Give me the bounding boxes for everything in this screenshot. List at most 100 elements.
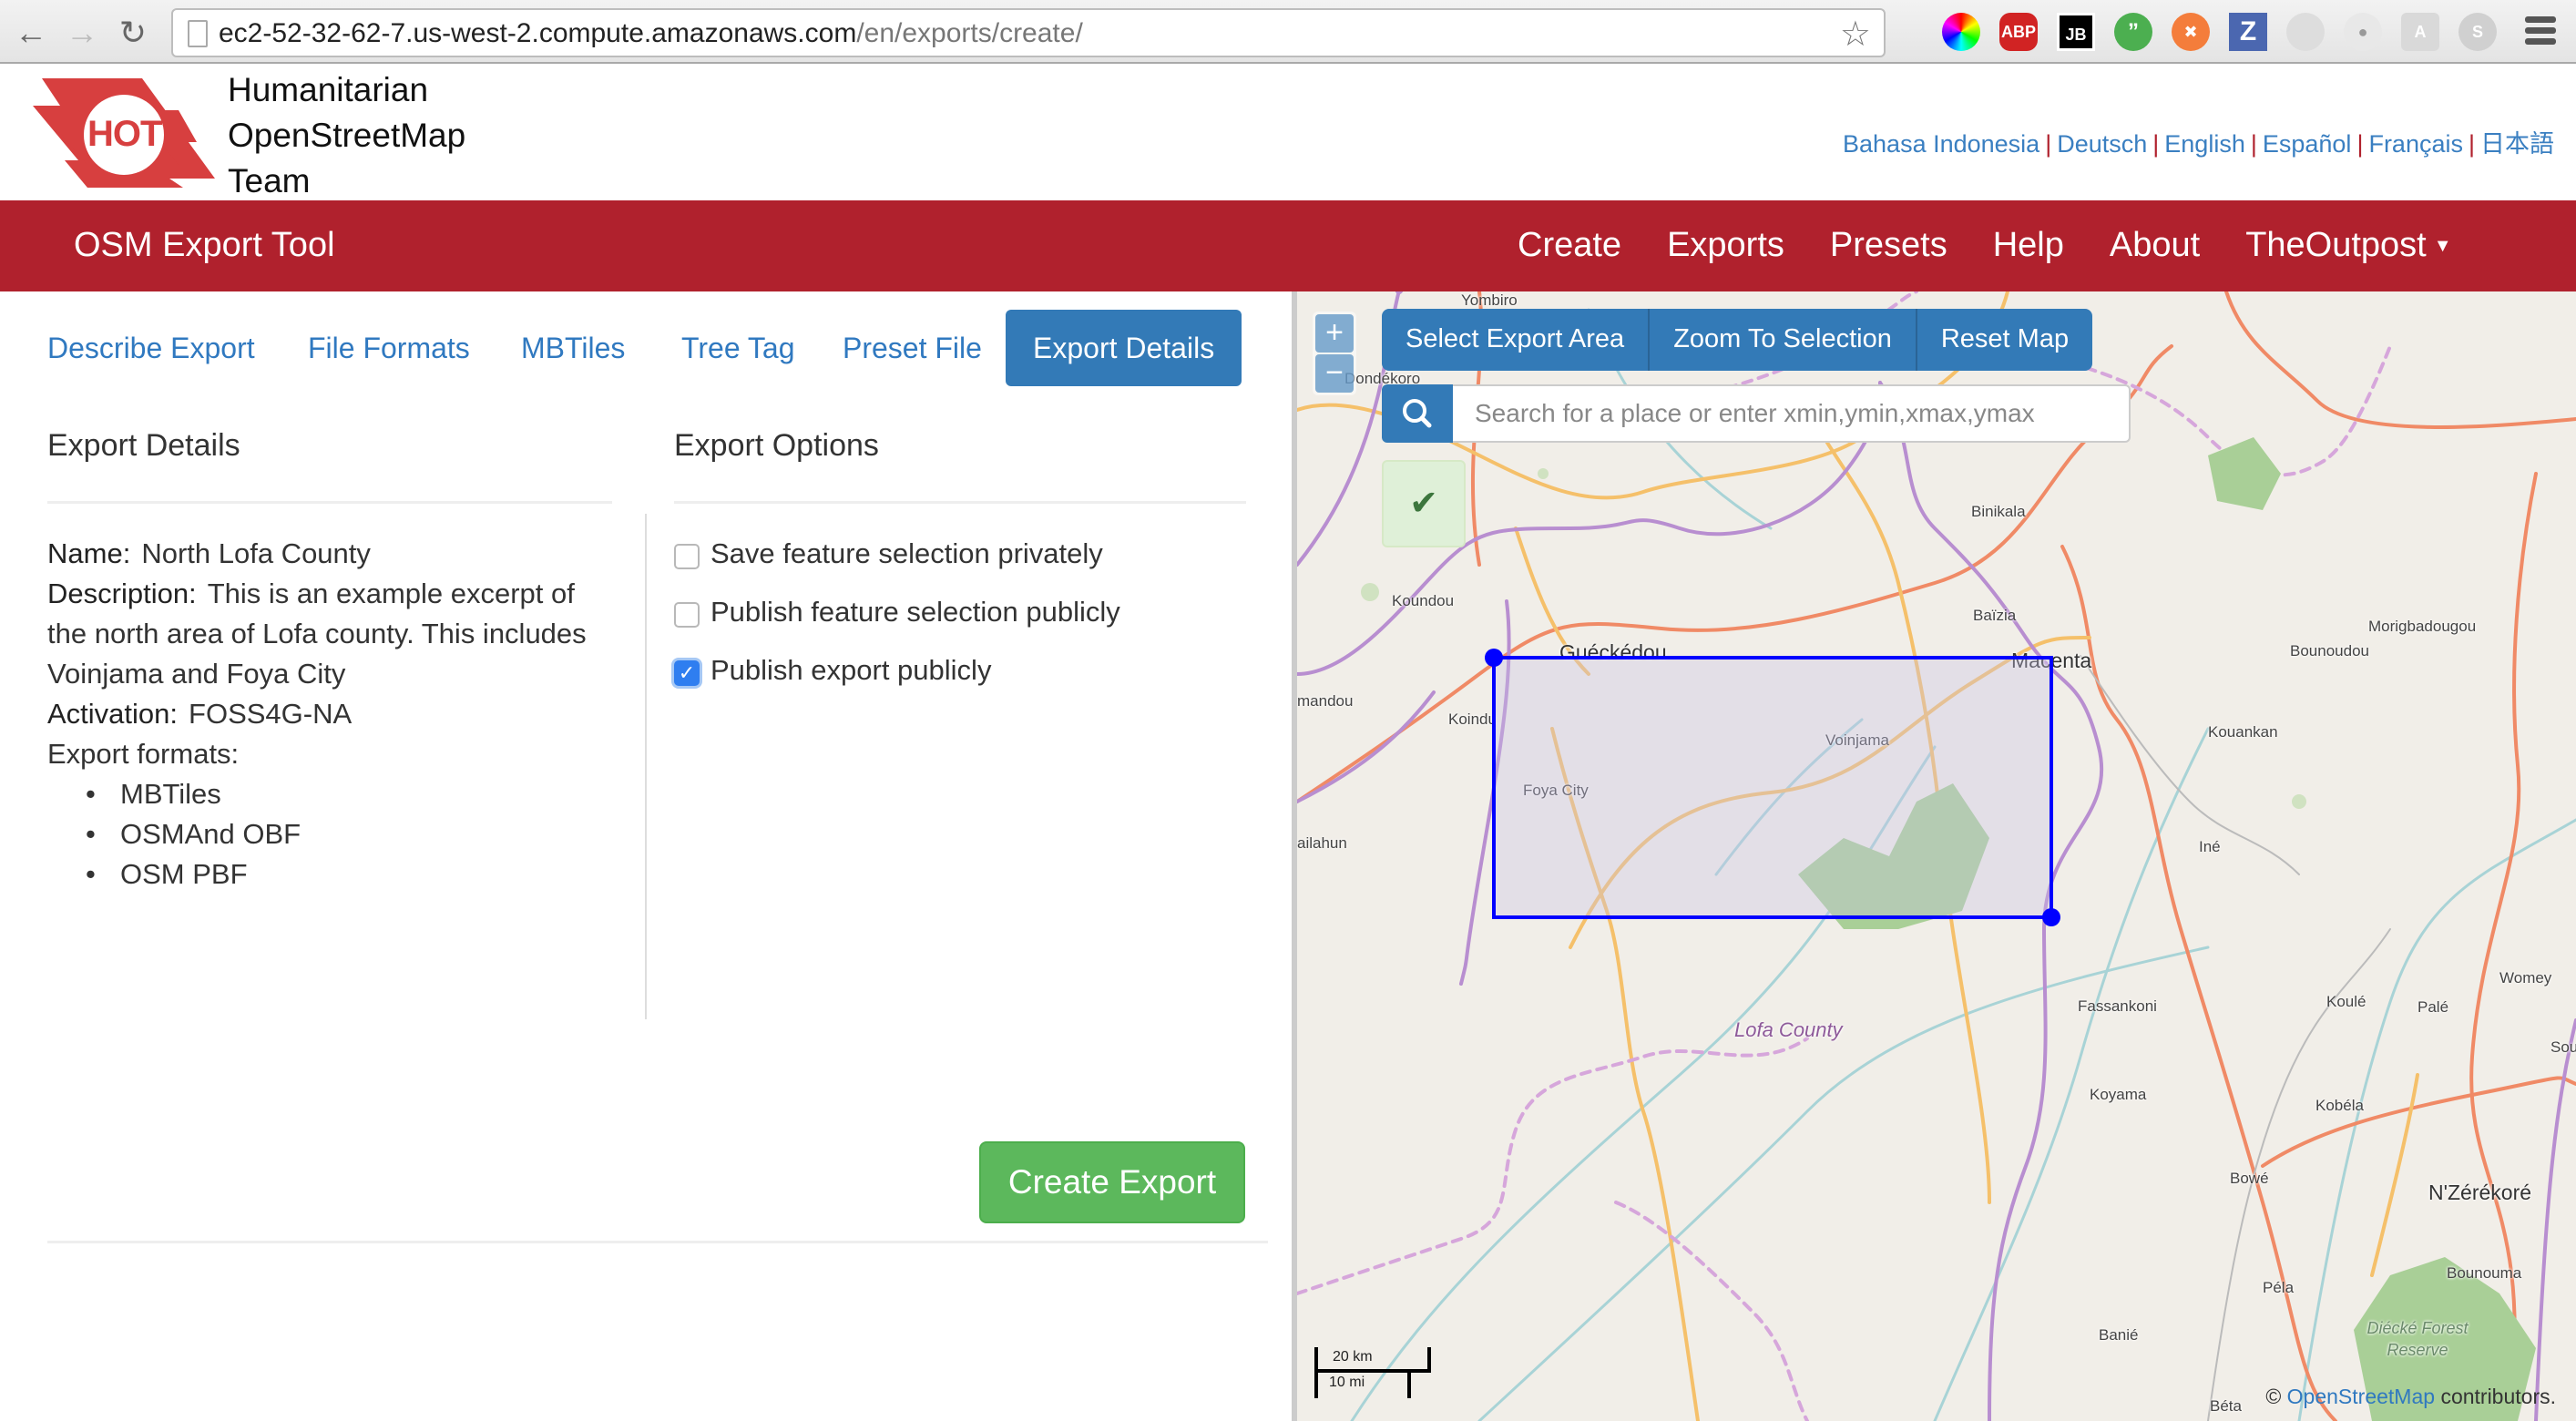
export-details-card: Export Details Export Options Name: North… <box>47 392 1268 1243</box>
jetbrains-icon[interactable]: JB <box>2057 13 2095 51</box>
url-text[interactable]: ec2-52-32-62-7.us-west-2.compute.amazona… <box>219 18 1083 49</box>
menu-icon[interactable] <box>2525 16 2556 47</box>
map-label: Morigbadougou <box>2368 618 2477 635</box>
separator: | <box>2356 130 2364 158</box>
selection-handle-bottom-right[interactable] <box>2042 908 2060 926</box>
primary-road <box>2224 291 2576 429</box>
main-navbar: OSM Export Tool Create Exports Presets H… <box>0 200 2576 291</box>
name-value: North Lofa County <box>141 537 371 569</box>
scale-tick <box>1407 1373 1411 1398</box>
nav-about[interactable]: About <box>2110 226 2200 265</box>
map-label: Bounouma <box>2447 1264 2522 1282</box>
tab-mbtiles[interactable]: MBTiles <box>521 310 625 386</box>
map-label: Binikala <box>1971 503 2026 520</box>
river <box>1477 946 2210 1421</box>
zoom-in-button[interactable]: + <box>1315 314 1354 353</box>
zotero-icon[interactable]: Z <box>2229 13 2267 51</box>
extension-icon[interactable] <box>2286 13 2325 51</box>
scale-mi-label: 10 mi <box>1329 1375 1365 1390</box>
address-bar[interactable]: ec2-52-32-62-7.us-west-2.compute.amazona… <box>171 8 1886 57</box>
tab-tree-tag[interactable]: Tree Tag <box>681 310 795 386</box>
forest-dot <box>2292 794 2306 809</box>
lang-espanol[interactable]: Español <box>2263 130 2352 158</box>
site-header: HOT Humanitarian OpenStreetMap Team Baha… <box>0 66 2576 200</box>
search-button[interactable] <box>1382 384 1453 443</box>
adblock-plus-icon[interactable]: ABP <box>1999 13 2038 51</box>
primary-road <box>2261 1076 2576 1168</box>
logo-text: HOT <box>87 114 162 154</box>
forest-dot <box>1538 468 1549 479</box>
caret-down-icon: ▼ <box>2433 236 2452 257</box>
share-icon[interactable]: ✖ <box>2172 13 2210 51</box>
forest-dot <box>1361 583 1379 601</box>
confirm-selection-button[interactable]: ✔ <box>1382 460 1466 547</box>
publish-export-label[interactable]: Publish export publicly <box>710 654 991 687</box>
tab-describe-export[interactable]: Describe Export <box>47 310 255 386</box>
column-divider <box>645 514 647 1019</box>
map-label: ailahun <box>1297 834 1347 852</box>
bookmark-star-icon[interactable]: ☆ <box>1840 14 1871 55</box>
dashed-boundary <box>1297 1037 1809 1295</box>
save-privately-checkbox[interactable] <box>674 544 700 569</box>
color-picker-icon[interactable] <box>1942 13 1980 51</box>
extension-icon[interactable]: ● <box>2344 13 2382 51</box>
nav-create[interactable]: Create <box>1518 226 1621 265</box>
lang-bahasa-indonesia[interactable]: Bahasa Indonesia <box>1843 130 2039 158</box>
format-item: OSMAnd OBF <box>86 818 301 851</box>
separator: | <box>2045 130 2052 158</box>
export-area-selection[interactable] <box>1485 649 2060 926</box>
zoom-out-button[interactable]: − <box>1315 354 1354 393</box>
openstreetmap-link[interactable]: OpenStreetMap <box>2287 1385 2435 1408</box>
lang-japanese[interactable]: 日本語 <box>2480 130 2554 158</box>
map-label: Yombiro <box>1461 291 1518 309</box>
save-privately-label[interactable]: Save feature selection privately <box>710 537 1103 570</box>
publish-export-checkbox[interactable]: ✓ <box>674 660 700 686</box>
reset-map-button[interactable]: Reset Map <box>1917 309 2092 371</box>
selection-handle-top-left[interactable] <box>1485 649 1503 667</box>
search-icon <box>1403 399 1432 428</box>
org-name-line: OpenStreetMap <box>228 117 466 154</box>
format-item: OSM PBF <box>86 858 247 891</box>
nav-user-menu[interactable]: TheOutpost ▼ <box>2245 226 2451 265</box>
map-label: Banié <box>2099 1326 2139 1344</box>
description-label: Description: <box>47 578 197 609</box>
lang-deutsch[interactable]: Deutsch <box>2057 130 2147 158</box>
tab-export-details[interactable]: Export Details <box>1006 310 1242 386</box>
tab-file-formats[interactable]: File Formats <box>308 310 470 386</box>
nav-help[interactable]: Help <box>1993 226 2064 265</box>
export-form-panel: Describe Export File Formats MBTiles Tre… <box>0 291 1292 1421</box>
search-input[interactable] <box>1453 384 2131 443</box>
nav-exports[interactable]: Exports <box>1667 226 1784 265</box>
reload-icon[interactable]: ↻ <box>115 15 151 51</box>
select-export-area-button[interactable]: Select Export Area <box>1382 309 1651 371</box>
lang-english[interactable]: English <box>2164 130 2245 158</box>
description-line: Voinjama and Foya City <box>47 658 346 690</box>
map-label: Koindu <box>1448 710 1497 728</box>
publish-selection-checkbox[interactable] <box>674 602 700 628</box>
detail-activation: Activation: FOSS4G-NA <box>47 698 352 731</box>
forward-icon[interactable]: → <box>64 15 100 51</box>
tab-preset-file[interactable]: Preset File <box>843 310 982 386</box>
lang-francais[interactable]: Français <box>2368 130 2463 158</box>
activation-label: Activation: <box>47 698 179 730</box>
scale-line <box>1314 1369 1431 1373</box>
back-icon[interactable]: ← <box>13 15 49 51</box>
brand-link[interactable]: OSM Export Tool <box>74 226 335 265</box>
skype-icon[interactable]: S <box>2458 13 2497 51</box>
separator: | <box>2152 130 2160 158</box>
scale-km-label: 20 km <box>1333 1349 1373 1365</box>
nav-presets[interactable]: Presets <box>1830 226 1947 265</box>
hangouts-icon[interactable]: ” <box>2114 13 2152 51</box>
angular-icon[interactable]: A <box>2401 13 2439 51</box>
url-path: /en/exports/create/ <box>856 18 1083 48</box>
copyright-symbol: © <box>2265 1385 2282 1408</box>
publish-selection-label[interactable]: Publish feature selection publicly <box>710 596 1120 629</box>
map-attribution: © OpenStreetMap contributors. <box>2265 1385 2556 1409</box>
map-label: Koundou <box>1392 592 1455 609</box>
zoom-to-selection-button[interactable]: Zoom To Selection <box>1650 309 1917 371</box>
language-selector: Bahasa Indonesia | Deutsch | English | Español… <box>1843 124 2554 159</box>
create-export-button[interactable]: Create Export <box>979 1141 1245 1223</box>
map-view[interactable]: Yombiro Dondékoro Binikala Koundou Baïzi… <box>1297 291 2576 1421</box>
scale-bar: 20 km 10 mi <box>1314 1347 1433 1398</box>
map-label: Bowé <box>2230 1170 2269 1187</box>
